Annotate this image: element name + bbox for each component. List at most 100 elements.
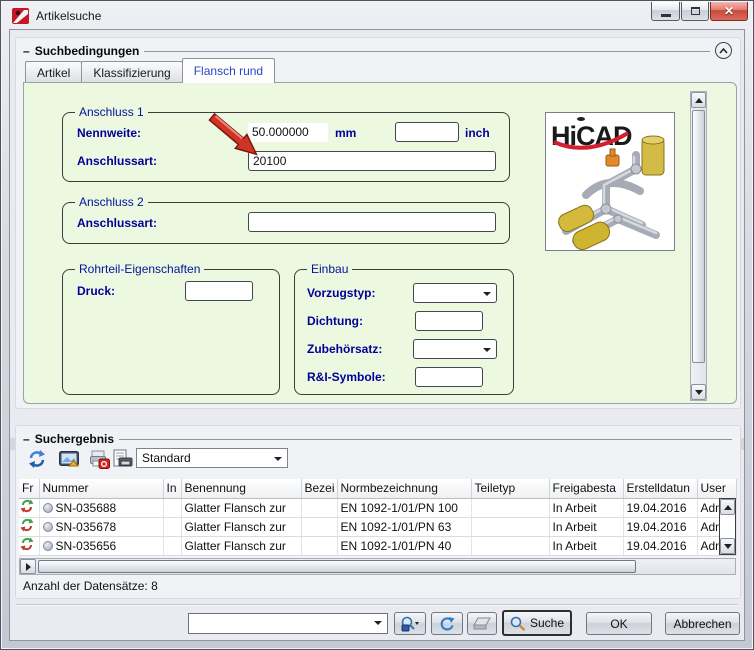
save-search-button[interactable] — [394, 612, 426, 635]
anschluss1-fieldset: Anschluss 1 Nennweite: 50.000000 mm inch… — [62, 112, 510, 182]
scrollbar-thumb[interactable] — [38, 560, 636, 573]
dichtung-label: Dichtung: — [307, 314, 363, 328]
tab-flansch-rund[interactable]: Flansch rund — [182, 58, 275, 83]
arrow-right-icon — [26, 563, 31, 571]
anschluss1-legend: Anschluss 1 — [75, 105, 148, 119]
dichtung-input[interactable] — [415, 311, 483, 331]
status-cycle-icon — [20, 518, 34, 532]
col-normbezeichnung[interactable]: Normbezeichnung — [337, 479, 471, 498]
arrow-up-icon — [695, 98, 703, 103]
table-scroll-up-button[interactable] — [720, 499, 735, 515]
chevron-up-icon — [719, 48, 728, 54]
saved-search-combo[interactable] — [188, 613, 388, 634]
table-header-row: Fr Nummer In Benennung Bezei Normbezeich… — [19, 479, 736, 498]
results-table: Fr Nummer In Benennung Bezei Normbezeich… — [19, 479, 736, 556]
inch-unit-label: inch — [465, 126, 490, 140]
search-icon — [510, 616, 526, 631]
table-scroll-down-button[interactable] — [720, 538, 735, 554]
conditions-vertical-scrollbar[interactable] — [690, 91, 707, 401]
minimize-button[interactable] — [651, 2, 680, 21]
nennweite-inch-input[interactable] — [395, 122, 459, 142]
col-freigabestatus[interactable]: Freigabesta — [549, 479, 623, 498]
refresh-results-button[interactable] — [26, 448, 48, 470]
ok-button[interactable]: OK — [586, 612, 652, 635]
footer-separator — [16, 604, 738, 606]
scroll-up-button[interactable] — [691, 92, 706, 108]
close-button[interactable]: ✕ — [710, 2, 748, 21]
red-annotation-arrow — [207, 112, 273, 172]
results-group-title: Suchergebnis — [35, 432, 114, 446]
col-bezeichnung[interactable]: Bezei — [301, 479, 337, 498]
cancel-button-label: Abbrechen — [673, 617, 731, 631]
col-teiletyp[interactable]: Teiletyp — [471, 479, 549, 498]
refresh-button[interactable] — [431, 612, 463, 635]
eraser-button[interactable] — [467, 612, 497, 635]
arrow-down-icon — [695, 390, 703, 395]
table-vertical-scrollbar[interactable] — [719, 498, 736, 555]
part-icon — [43, 503, 53, 513]
minimize-icon — [661, 14, 671, 17]
chevron-down-icon — [274, 457, 282, 461]
tab-klassifizierung[interactable]: Klassifizierung — [81, 61, 182, 83]
rohrteil-fieldset: Rohrteil-Eigenschaften Druck: — [62, 269, 280, 395]
cancel-button[interactable]: Abbrechen — [665, 612, 740, 635]
arrow-down-icon — [724, 544, 732, 549]
group-rule — [119, 439, 732, 440]
suche-button[interactable]: Suche — [502, 610, 572, 636]
vorzugstyp-label: Vorzugstyp: — [307, 286, 375, 300]
table-row[interactable]: SN-035656 Glatter Flansch zur EN 1092-1/… — [19, 536, 736, 555]
title-bar[interactable]: Artikelsuche ✕ — [2, 2, 752, 29]
mm-unit-label: mm — [335, 126, 356, 140]
scroll-down-button[interactable] — [691, 384, 706, 400]
conditions-group-title: Suchbedingungen — [35, 44, 140, 58]
part-icon — [43, 522, 53, 532]
col-nummer[interactable]: Nummer — [39, 479, 163, 498]
part-icon — [43, 541, 53, 551]
refresh-icon — [439, 616, 455, 632]
zubehoersatz-combo[interactable] — [413, 339, 497, 359]
chevron-down-icon — [374, 621, 382, 625]
col-fr[interactable]: Fr — [19, 479, 39, 498]
druck-input[interactable] — [185, 281, 253, 301]
col-user[interactable]: User — [697, 479, 736, 498]
status-cycle-icon — [20, 499, 34, 513]
print-report-button[interactable] — [112, 448, 134, 470]
scrollbar-thumb[interactable] — [692, 110, 705, 363]
export-image-button[interactable] — [58, 448, 80, 470]
tab-artikel[interactable]: Artikel — [25, 61, 82, 83]
zubehoersatz-label: Zubehörsatz: — [307, 342, 382, 356]
group-rule — [144, 51, 710, 52]
flansch-rund-tab-page: Anschluss 1 Nennweite: 50.000000 mm inch… — [23, 82, 737, 404]
arrow-up-icon — [724, 505, 732, 510]
window-title: Artikelsuche — [36, 9, 101, 23]
anschlussart1-input[interactable] — [248, 151, 496, 171]
group-dash: – — [23, 44, 30, 58]
chevron-down-icon — [483, 292, 491, 296]
hicad-logo-illustration: HiCAD — [546, 113, 674, 250]
export-image-icon — [59, 450, 79, 468]
ok-button-label: OK — [610, 617, 627, 631]
col-erstelldatum[interactable]: Erstelldatun — [623, 479, 697, 498]
table-row[interactable]: SN-035678 Glatter Flansch zur EN 1092-1/… — [19, 517, 736, 536]
col-benennung[interactable]: Benennung — [181, 479, 301, 498]
record-count-text: Anzahl der Datensätze: 8 — [23, 579, 158, 593]
table-horizontal-scrollbar[interactable] — [19, 558, 736, 575]
vorzugstyp-combo[interactable] — [413, 283, 497, 303]
pdf-export-icon — [90, 450, 110, 469]
col-in[interactable]: In — [163, 479, 181, 498]
app-icon — [12, 8, 29, 24]
collapse-button[interactable] — [715, 42, 732, 59]
einbau-fieldset: Einbau Vorzugstyp: Dichtung: Zubehörsatz… — [294, 269, 514, 395]
nennweite-label: Nennweite: — [77, 126, 141, 140]
ri-symbole-input[interactable] — [415, 367, 483, 387]
table-row[interactable]: SN-035688 Glatter Flansch zur EN 1092-1/… — [19, 498, 736, 517]
table-scroll-right-button[interactable] — [20, 559, 36, 574]
close-icon: ✕ — [724, 5, 734, 17]
print-report-icon — [113, 449, 133, 469]
pdf-export-button[interactable] — [89, 448, 111, 470]
maximize-button[interactable] — [681, 2, 709, 21]
rohrteil-legend: Rohrteil-Eigenschaften — [75, 262, 204, 276]
view-combo[interactable]: Standard — [136, 448, 288, 468]
group-dash: – — [23, 432, 30, 446]
anschlussart2-input[interactable] — [248, 212, 496, 232]
